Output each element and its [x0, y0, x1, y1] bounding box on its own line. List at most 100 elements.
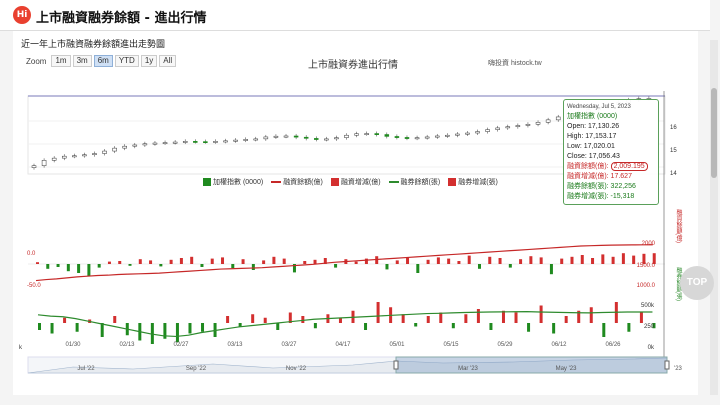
- tooltip-margin-balance-value: 2,009.195: [610, 162, 648, 171]
- short-change-bar: [527, 323, 531, 332]
- legend-item-short-balance[interactable]: 融券餘額(張): [388, 177, 440, 187]
- margin-change-bar: [570, 256, 574, 264]
- candle: [243, 139, 248, 141]
- margin-change-bar: [97, 264, 101, 268]
- candle: [495, 127, 500, 130]
- candle: [51, 157, 57, 161]
- candle: [162, 142, 168, 144]
- candle: [293, 135, 299, 138]
- margin-change-bar: [591, 258, 595, 264]
- tooltip-short-change: 融券增減(張): -15,318: [567, 193, 635, 200]
- short-change-bar: [63, 317, 67, 323]
- candle: [72, 155, 77, 158]
- site-logo[interactable]: Hi: [13, 6, 31, 24]
- margin-change-bar: [611, 256, 615, 264]
- candle: [122, 145, 127, 149]
- candle: [404, 137, 410, 139]
- margin-change-bar: [519, 259, 523, 264]
- candle: [344, 134, 349, 138]
- legend-item-short-change[interactable]: 融券增減(張): [448, 177, 498, 187]
- margin-change-bar: [426, 259, 430, 264]
- candle: [303, 136, 309, 139]
- price-tick-label: 15: [670, 148, 677, 154]
- candle: [324, 138, 329, 141]
- short-change-bar: [514, 312, 518, 323]
- legend-item-index[interactable]: 加權指數 (0000): [203, 177, 263, 187]
- x-tick-label: 03/13: [227, 342, 243, 348]
- short-change-bar: [426, 316, 430, 323]
- margin-change-bar: [56, 264, 60, 267]
- short-right-tick: 250: [644, 324, 655, 330]
- margin-change-bar: [200, 264, 204, 267]
- candle: [152, 142, 158, 145]
- legend-label: 融資增減(億): [340, 179, 381, 186]
- candle: [314, 138, 319, 140]
- candle: [31, 165, 37, 168]
- chart-canvas[interactable]: 16 15 14 0.0 -50.0 2000 1500.0 1000.0 500k 250 0k k…: [13, 31, 698, 395]
- legend-item-margin-balance[interactable]: 融資餘額(億): [271, 177, 323, 187]
- short-change-bar: [38, 323, 41, 330]
- short-right-tick: 0k: [648, 345, 655, 351]
- candle: [233, 139, 238, 142]
- short-change-bar: [589, 307, 593, 323]
- margin-change-bar: [87, 264, 91, 276]
- margin-right-tick: 1500.0: [637, 263, 656, 269]
- short-change-bar: [564, 316, 568, 323]
- candle: [102, 150, 107, 154]
- margin-change-bar: [303, 261, 307, 264]
- navigator-tick-label: Jul '22: [77, 366, 95, 372]
- short-change-bar: [50, 323, 54, 334]
- candle: [142, 143, 148, 146]
- candle: [253, 138, 259, 141]
- short-right-tick: 500k: [641, 303, 655, 309]
- tooltip-high: High: 17,153.17: [567, 133, 617, 140]
- margin-left-tick: 0.0: [27, 251, 36, 257]
- short-change-bar: [401, 314, 405, 323]
- data-tooltip: Wednesday, Jul 5, 2023 加權指數 (0000) Open:…: [563, 99, 659, 205]
- margin-change-bar: [138, 259, 142, 264]
- candle: [364, 133, 369, 135]
- short-change-bar: [313, 323, 317, 329]
- margin-change-bar: [549, 264, 553, 275]
- margin-change-bar: [395, 260, 399, 264]
- short-change-bar: [263, 317, 267, 323]
- margin-change-bar: [190, 256, 194, 264]
- short-change-bar: [414, 323, 418, 327]
- short-change-bar: [301, 316, 305, 323]
- margin-change-bar: [457, 261, 461, 264]
- margin-change-bar: [282, 258, 286, 264]
- candle: [414, 137, 420, 140]
- navigator-handle-right: [664, 360, 670, 370]
- legend-item-margin-change[interactable]: 融資增減(億): [330, 177, 381, 187]
- candle: [445, 134, 450, 137]
- candle: [273, 135, 279, 138]
- margin-change-bar: [241, 259, 245, 264]
- margin-change-bar: [169, 259, 173, 264]
- margin-change-bar: [436, 257, 440, 264]
- short-change-bar: [376, 302, 380, 323]
- margin-change-bar: [128, 264, 132, 266]
- tooltip-margin-balance-label: 融資餘額(億):: [567, 163, 609, 170]
- candle: [223, 140, 228, 143]
- x-tick-label: 06/26: [605, 342, 621, 348]
- margin-change-bar: [385, 264, 389, 270]
- short-change-bar: [276, 323, 280, 330]
- margin-change-bar: [77, 264, 81, 273]
- margin-axis-title: 融資餘額(億): [675, 209, 681, 243]
- candle: [475, 131, 480, 134]
- margin-change-bar: [36, 262, 39, 264]
- legend-label: 加權指數 (0000): [213, 179, 264, 186]
- chart-card: 近一年上市融資融券餘額進出走勢圖 Zoom 1m 3m 6m YTD 1y Al…: [13, 31, 698, 395]
- candle: [505, 126, 511, 129]
- short-change-bar: [75, 323, 79, 332]
- candle: [545, 119, 551, 123]
- candle: [193, 141, 198, 143]
- page-scrollbar-thumb[interactable]: [711, 88, 717, 178]
- x-tick-label: 05/15: [443, 342, 459, 348]
- tooltip-low: Low: 17,020.01: [567, 143, 615, 150]
- back-to-top-button[interactable]: TOP: [680, 266, 714, 300]
- margin-change-bar: [601, 254, 605, 264]
- candle: [384, 134, 390, 137]
- margin-change-bar: [447, 258, 451, 264]
- x-tick-label: 03/27: [281, 342, 297, 348]
